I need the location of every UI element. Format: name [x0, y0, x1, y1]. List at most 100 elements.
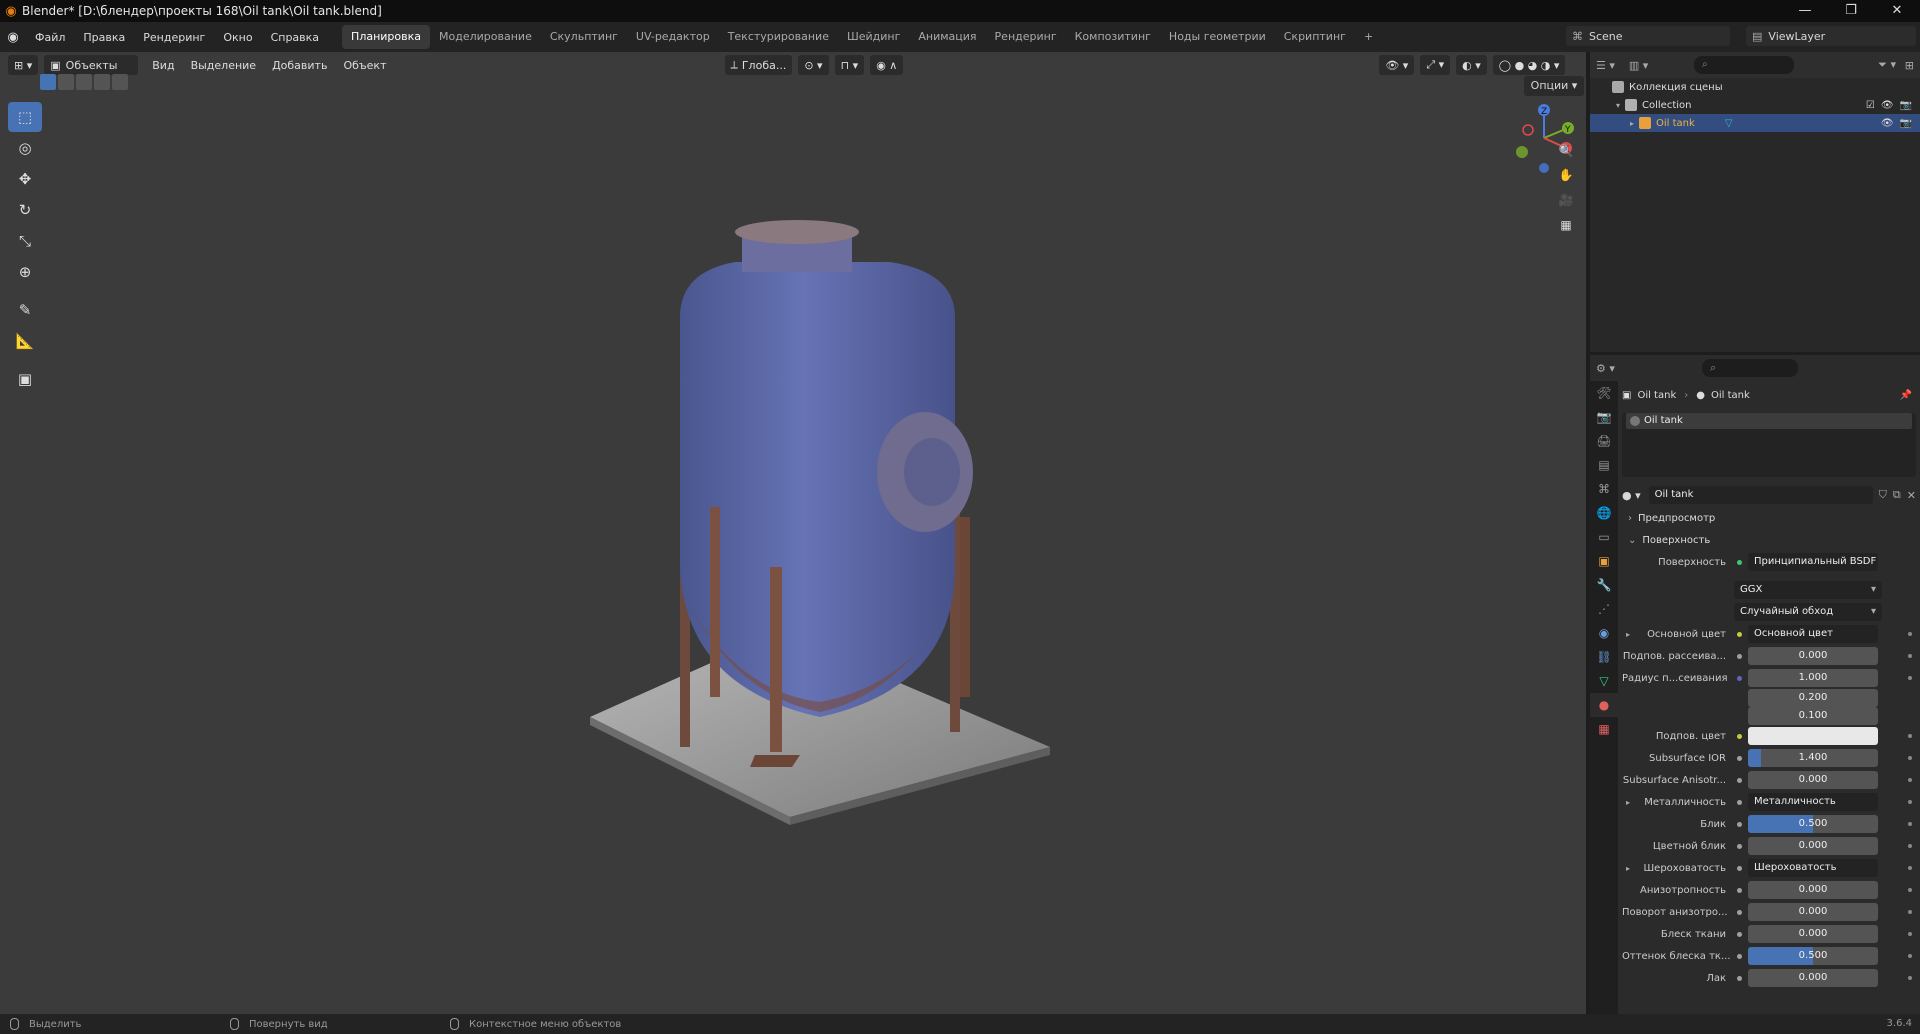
- material-tab-icon[interactable]: ●: [1590, 693, 1618, 717]
- keyframe-dot-icon[interactable]: [1908, 822, 1912, 826]
- scale-icon[interactable]: ⤡: [8, 226, 42, 256]
- keyframe-dot-icon[interactable]: [1908, 778, 1912, 782]
- oil-tank-model[interactable]: [560, 187, 1080, 827]
- duplicate-material-icon[interactable]: ⧉: [1893, 488, 1901, 502]
- color-swatch[interactable]: [1748, 727, 1878, 745]
- physics-tab-icon[interactable]: ◉: [1590, 621, 1618, 645]
- menu-edit[interactable]: Правка: [74, 31, 134, 44]
- value-field[interactable]: 0.500: [1748, 815, 1878, 833]
- menu-window[interactable]: Окно: [214, 31, 261, 44]
- keyframe-dot-icon[interactable]: [1908, 932, 1912, 936]
- keyframe-dot-icon[interactable]: [1908, 954, 1912, 958]
- 3d-viewport[interactable]: ⊞ ▾ ▣ Объекты Вид Выделение Добавить Объ…: [0, 52, 1586, 1014]
- keyframe-dot-icon[interactable]: [1908, 888, 1912, 892]
- modifier-tab-icon[interactable]: 🔧: [1590, 573, 1618, 597]
- oil-tank-row[interactable]: ▸ Oil tank ▽ 👁 📷: [1590, 114, 1920, 132]
- linked-input-field[interactable]: Шероховатость: [1748, 859, 1878, 877]
- camera-icon[interactable]: 📷: [1900, 100, 1912, 111]
- scene-selector[interactable]: ⌘ Scene: [1566, 26, 1730, 46]
- menu-view[interactable]: Вид: [144, 59, 182, 72]
- properties-search-input[interactable]: ⌕: [1702, 359, 1798, 377]
- select-intersect-button[interactable]: [112, 74, 128, 90]
- move-icon[interactable]: ✥: [8, 164, 42, 194]
- keyframe-dot-icon[interactable]: [1908, 866, 1912, 870]
- tool-tab-icon[interactable]: 🛠: [1590, 381, 1618, 405]
- socket-icon[interactable]: [1734, 929, 1744, 939]
- tab-scripting[interactable]: Скриптинг: [1275, 25, 1355, 49]
- render-tab-icon[interactable]: 📷: [1590, 405, 1618, 429]
- socket-icon[interactable]: [1734, 629, 1744, 639]
- eye-icon[interactable]: 👁: [1881, 118, 1894, 129]
- value-field[interactable]: 1.000: [1748, 669, 1878, 687]
- tab-rendering[interactable]: Рендеринг: [986, 25, 1066, 49]
- value-field[interactable]: 0.000: [1748, 969, 1878, 987]
- rotate-icon[interactable]: ↻: [8, 195, 42, 225]
- expand-arrow-icon[interactable]: ▸: [1626, 798, 1630, 807]
- proportional-edit-toggle[interactable]: ◉ ∧: [870, 55, 904, 75]
- tab-modeling[interactable]: Моделирование: [430, 25, 541, 49]
- socket-icon[interactable]: [1734, 673, 1744, 683]
- keyframe-dot-icon[interactable]: [1908, 676, 1912, 680]
- tab-sculpting[interactable]: Скульптинг: [541, 25, 627, 49]
- socket-icon[interactable]: [1734, 973, 1744, 983]
- perspective-grid-icon[interactable]: ▦: [1555, 214, 1577, 236]
- keyframe-dot-icon[interactable]: [1908, 734, 1912, 738]
- select-subtract-button[interactable]: [76, 74, 92, 90]
- collection-tab-icon[interactable]: ▭: [1590, 525, 1618, 549]
- socket-icon[interactable]: [1734, 731, 1744, 741]
- constraints-tab-icon[interactable]: ⛓: [1590, 645, 1618, 669]
- maximize-button[interactable]: ❐: [1828, 0, 1874, 22]
- material-name-field[interactable]: Oil tank: [1648, 486, 1873, 504]
- value-field[interactable]: 0.000: [1748, 925, 1878, 943]
- keyframe-dot-icon[interactable]: [1908, 654, 1912, 658]
- camera-view-icon[interactable]: 🎥: [1555, 189, 1577, 211]
- annotate-icon[interactable]: ✎: [8, 295, 42, 325]
- scene-collection-row[interactable]: Коллекция сцены: [1590, 78, 1920, 96]
- value-field[interactable]: 0.000: [1748, 837, 1878, 855]
- transform-orientation-dropdown[interactable]: ⟂ Глоба...: [724, 55, 793, 75]
- socket-icon[interactable]: [1734, 819, 1744, 829]
- mesh-data-icon[interactable]: ▽: [1725, 118, 1733, 129]
- menu-file[interactable]: Файл: [26, 31, 74, 44]
- pin-icon[interactable]: 📌: [1900, 390, 1912, 401]
- overlay-toggle[interactable]: ◐ ▾: [1456, 55, 1487, 75]
- tab-texture-paint[interactable]: Текстурирование: [719, 25, 838, 49]
- eye-icon[interactable]: 👁: [1881, 100, 1894, 111]
- surface-shader-field[interactable]: Принципиальный BSDF: [1748, 553, 1878, 571]
- transform-icon[interactable]: ⊕: [8, 257, 42, 287]
- socket-icon[interactable]: [1734, 775, 1744, 785]
- add-cube-icon[interactable]: ▣: [8, 364, 42, 394]
- pan-hand-icon[interactable]: ✋: [1555, 164, 1577, 186]
- unlink-icon[interactable]: ✕: [1907, 489, 1916, 502]
- value-field[interactable]: 0.500: [1748, 947, 1878, 965]
- world-tab-icon[interactable]: 🌐: [1590, 501, 1618, 525]
- display-mode-icon[interactable]: ▥ ▾: [1629, 59, 1648, 72]
- menu-object[interactable]: Объект: [335, 59, 394, 72]
- tab-compositing[interactable]: Композитинг: [1066, 25, 1160, 49]
- close-button[interactable]: ✕: [1874, 0, 1920, 22]
- menu-add[interactable]: Добавить: [264, 59, 335, 72]
- keyframe-dot-icon[interactable]: [1908, 910, 1912, 914]
- linked-input-field[interactable]: Основной цвет: [1748, 625, 1878, 643]
- shader-socket-icon[interactable]: [1734, 557, 1744, 567]
- select-invert-button[interactable]: [94, 74, 110, 90]
- tab-layout[interactable]: Планировка: [342, 25, 431, 49]
- measure-icon[interactable]: 📐: [8, 326, 42, 356]
- distribution-dropdown[interactable]: GGX: [1734, 581, 1882, 599]
- data-tab-icon[interactable]: ▽: [1590, 669, 1618, 693]
- socket-icon[interactable]: [1734, 885, 1744, 895]
- outliner-editor-icon[interactable]: ☰ ▾: [1596, 59, 1615, 72]
- pivot-dropdown[interactable]: ⊙ ▾: [798, 55, 829, 75]
- filter-icon[interactable]: ⏷ ▾: [1878, 58, 1896, 72]
- blender-menu-icon[interactable]: ◉: [0, 30, 26, 45]
- material-browse-icon[interactable]: ● ▾: [1622, 489, 1641, 502]
- texture-tab-icon[interactable]: ▦: [1590, 717, 1618, 741]
- select-new-button[interactable]: [40, 74, 56, 90]
- options-dropdown[interactable]: Опции ▾: [1524, 76, 1584, 96]
- socket-icon[interactable]: [1734, 907, 1744, 917]
- menu-render[interactable]: Рендеринг: [134, 31, 214, 44]
- socket-icon[interactable]: [1734, 797, 1744, 807]
- value-field[interactable]: 0.000: [1748, 771, 1878, 789]
- material-slots-list[interactable]: Oil tank: [1622, 413, 1916, 477]
- value-field[interactable]: 0.100: [1748, 707, 1878, 725]
